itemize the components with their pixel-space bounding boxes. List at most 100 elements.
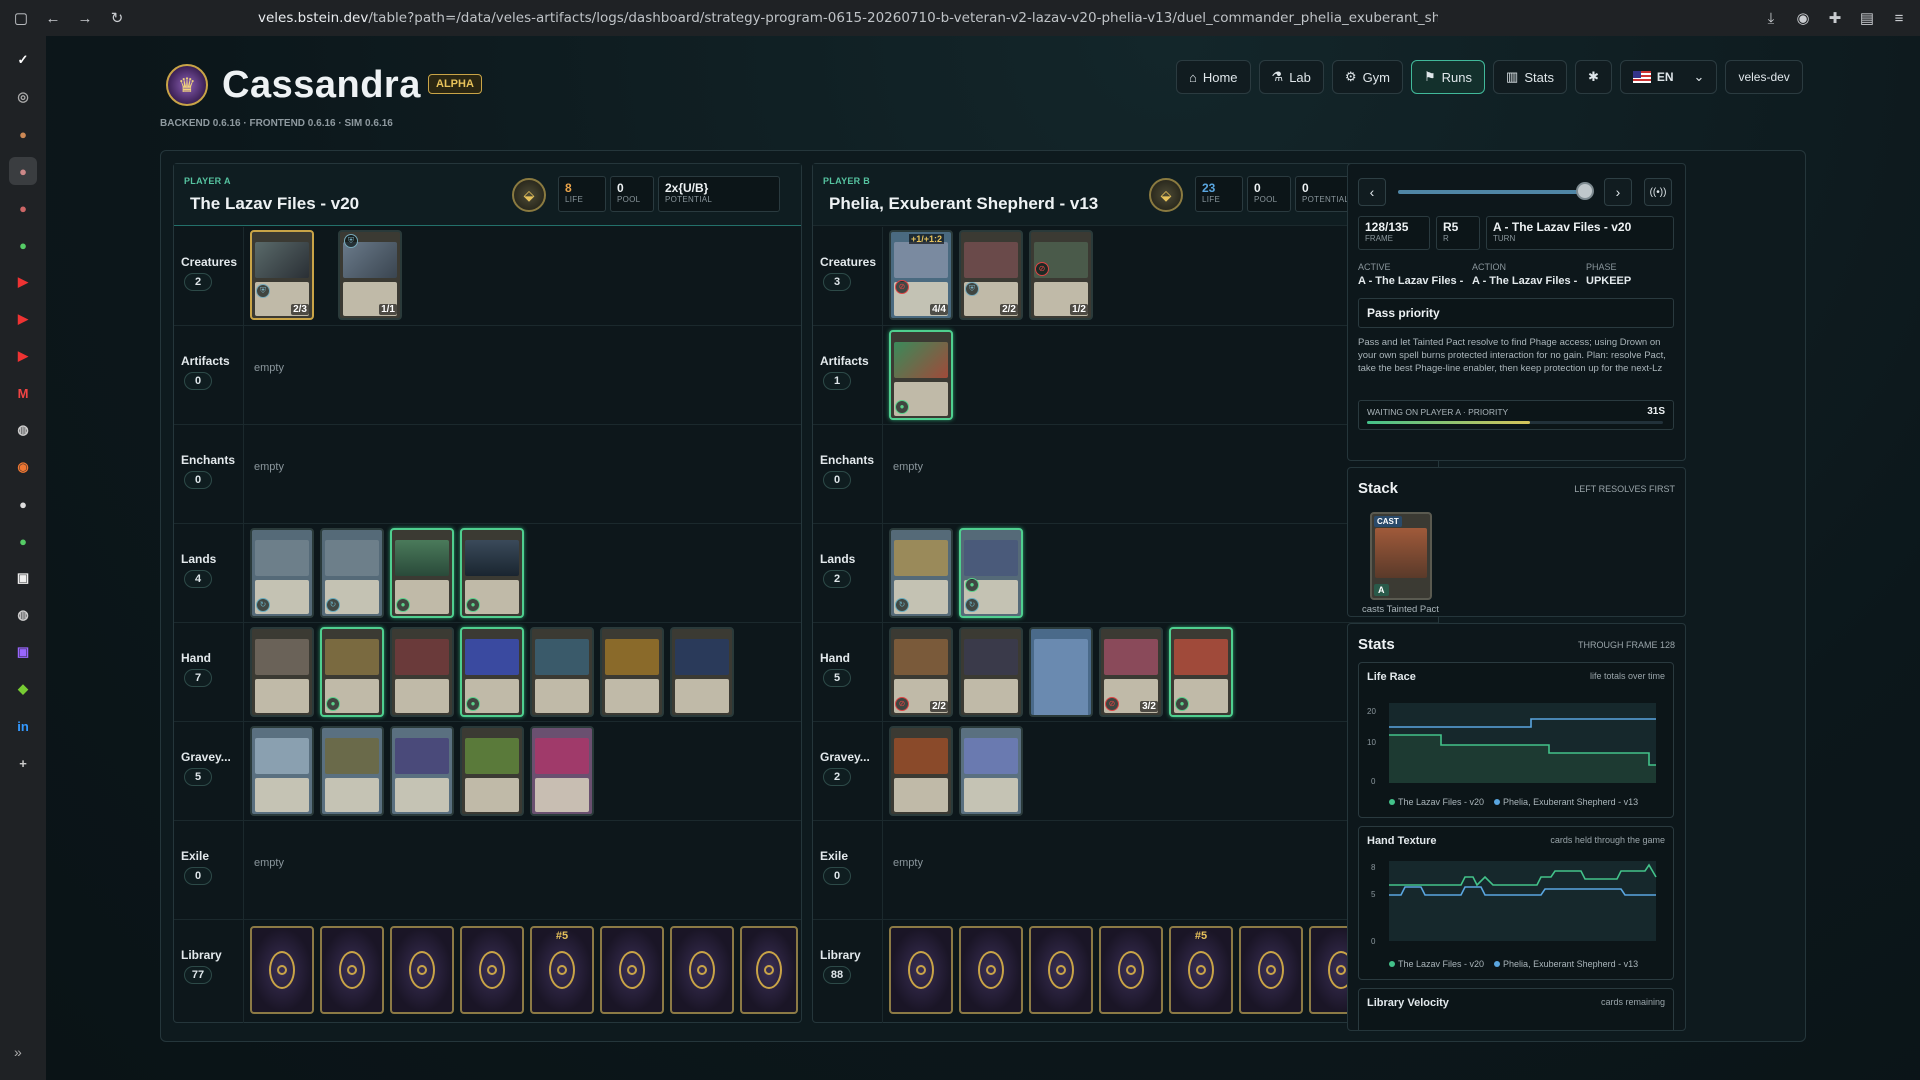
frame-slider-handle[interactable]: [1576, 182, 1594, 200]
next-frame-button[interactable]: ›: [1604, 178, 1632, 206]
sidebar-app-icon[interactable]: ●: [9, 120, 37, 148]
library-card-back[interactable]: #5: [530, 926, 594, 1014]
library-card-back[interactable]: [600, 926, 664, 1014]
sidebar-toggle-icon[interactable]: ▢: [8, 5, 34, 31]
globe-icon[interactable]: ◍: [9, 416, 37, 444]
land-card[interactable]: ●: [460, 528, 524, 618]
creature-card[interactable]: ⛨ 1/1: [338, 230, 402, 320]
artifact-card[interactable]: ●: [889, 330, 953, 420]
prev-frame-button[interactable]: ‹: [1358, 178, 1386, 206]
library-card-back[interactable]: #5: [1169, 926, 1233, 1014]
sidebar-app-icon[interactable]: ◆: [9, 675, 37, 703]
zone-count: 5: [184, 768, 212, 786]
live-button[interactable]: ((•)): [1644, 178, 1672, 206]
menu-icon[interactable]: ≡: [1886, 5, 1912, 31]
sidebar-app-icon[interactable]: ●: [9, 231, 37, 259]
sidebar-app-icon[interactable]: ▣: [9, 564, 37, 592]
forward-icon[interactable]: →: [72, 5, 98, 31]
nav-lab-button[interactable]: ⚗ Lab: [1258, 60, 1324, 94]
land-card[interactable]: ↻: [250, 528, 314, 618]
library-card-back[interactable]: [460, 926, 524, 1014]
commander-emblem-icon[interactable]: ⬙: [512, 178, 546, 212]
commander-emblem-icon[interactable]: ⬙: [1149, 178, 1183, 212]
reload-icon[interactable]: ↻: [104, 5, 130, 31]
add-icon[interactable]: +: [9, 749, 37, 777]
hand-card[interactable]: [530, 627, 594, 717]
land-card[interactable]: ↻: [889, 528, 953, 618]
sidebar-app-icon[interactable]: ●: [9, 194, 37, 222]
sidebar-app-icon[interactable]: ●: [9, 157, 37, 185]
nav-home-button[interactable]: ⌂ Home: [1176, 60, 1251, 94]
pool-value: 0: [617, 181, 624, 195]
zone-label: Creatures: [181, 255, 238, 269]
download-icon[interactable]: ⤓: [1758, 5, 1784, 31]
globe-icon[interactable]: ◍: [9, 601, 37, 629]
sidebar-app-icon[interactable]: ✓: [9, 46, 37, 74]
graveyard-card[interactable]: [889, 726, 953, 816]
youtube-icon[interactable]: ▶: [9, 268, 37, 296]
linkedin-icon[interactable]: in: [9, 712, 37, 740]
zone-graveyard: Gravey... 2: [813, 722, 1438, 821]
library-card-back[interactable]: [320, 926, 384, 1014]
library-card-back[interactable]: [670, 926, 734, 1014]
zone-label: Enchants: [820, 453, 875, 467]
hand-card[interactable]: [250, 627, 314, 717]
library-card-back[interactable]: [390, 926, 454, 1014]
sidebar-app-icon[interactable]: ▣: [9, 638, 37, 666]
language-select[interactable]: EN ⌄: [1619, 60, 1718, 94]
creature-card[interactable]: ⛨ 2/3: [250, 230, 314, 320]
expand-sidebar-icon[interactable]: »: [14, 1044, 22, 1060]
library-card-back[interactable]: [250, 926, 314, 1014]
sidebar-app-icon[interactable]: ◎: [9, 83, 37, 111]
library-card-back[interactable]: [1239, 926, 1303, 1014]
hand-card[interactable]: ●: [1169, 627, 1233, 717]
hand-card[interactable]: [1029, 627, 1093, 717]
land-card[interactable]: ●: [390, 528, 454, 618]
hand-card[interactable]: ⊘ 2/2: [889, 627, 953, 717]
sidebar-app-icon[interactable]: ●: [9, 490, 37, 518]
graveyard-card[interactable]: [530, 726, 594, 816]
gmail-icon[interactable]: M: [9, 379, 37, 407]
profile-icon[interactable]: ◉: [1790, 5, 1816, 31]
hand-card[interactable]: [600, 627, 664, 717]
library-card-back[interactable]: [1099, 926, 1163, 1014]
nav-gym-button[interactable]: ⚙ Gym: [1331, 60, 1404, 94]
graveyard-card[interactable]: [320, 726, 384, 816]
youtube-icon[interactable]: ▶: [9, 305, 37, 333]
hand-card[interactable]: [959, 627, 1023, 717]
graveyard-card[interactable]: [460, 726, 524, 816]
creature-card[interactable]: +1/+1:2 ⊘ 4/4: [889, 230, 953, 320]
hand-card[interactable]: ●: [320, 627, 384, 717]
hand-card[interactable]: ●: [460, 627, 524, 717]
stats-title: Stats: [1358, 636, 1395, 653]
frame-slider[interactable]: [1398, 190, 1588, 194]
address-bar[interactable]: veles.bstein.dev/table?path=/data/veles-…: [258, 7, 1438, 29]
back-icon[interactable]: ←: [40, 5, 66, 31]
legend-item: The Lazav Files - v20: [1398, 797, 1485, 807]
creature-card[interactable]: ⛨ 2/2: [959, 230, 1023, 320]
debug-button[interactable]: ✱: [1574, 60, 1612, 94]
extensions-icon[interactable]: ✚: [1822, 5, 1848, 31]
library-card-back[interactable]: [740, 926, 798, 1014]
nav-runs-button[interactable]: ⚑ Runs: [1411, 60, 1486, 94]
action-label: ACTION: [1472, 262, 1507, 272]
graveyard-card[interactable]: [250, 726, 314, 816]
stack-card[interactable]: CAST A: [1370, 512, 1432, 600]
youtube-icon[interactable]: ▶: [9, 342, 37, 370]
library-card-back[interactable]: [959, 926, 1023, 1014]
land-card[interactable]: ↻: [320, 528, 384, 618]
hand-card[interactable]: [390, 627, 454, 717]
user-button[interactable]: veles-dev: [1725, 60, 1803, 94]
nav-stats-button[interactable]: ▥ Stats: [1493, 60, 1567, 94]
land-card[interactable]: ● ↻: [959, 528, 1023, 618]
graveyard-card[interactable]: [959, 726, 1023, 816]
wallet-icon[interactable]: ▤: [1854, 5, 1880, 31]
graveyard-card[interactable]: [390, 726, 454, 816]
sidebar-app-icon[interactable]: ●: [9, 527, 37, 555]
hand-card[interactable]: [670, 627, 734, 717]
hand-card[interactable]: ⊘ 3/2: [1099, 627, 1163, 717]
creature-card[interactable]: ⊘ 1/2: [1029, 230, 1093, 320]
library-card-back[interactable]: [1029, 926, 1093, 1014]
library-card-back[interactable]: [889, 926, 953, 1014]
sidebar-app-icon[interactable]: ◉: [9, 453, 37, 481]
